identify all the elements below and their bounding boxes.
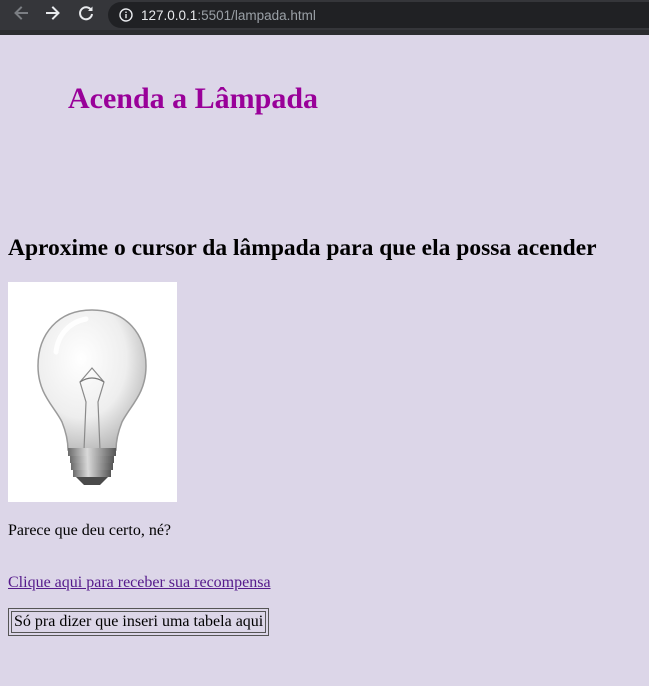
url-host: 127.0.0.1 bbox=[141, 7, 198, 23]
info-icon[interactable] bbox=[119, 8, 133, 22]
toolbar-divider bbox=[0, 30, 649, 35]
reload-icon bbox=[77, 4, 95, 27]
url-path: :5501/lampada.html bbox=[197, 7, 316, 23]
arrow-left-icon bbox=[12, 4, 30, 27]
address-bar[interactable]: 127.0.0.1:5501/lampada.html bbox=[108, 2, 649, 28]
browser-toolbar: 127.0.0.1:5501/lampada.html bbox=[0, 0, 649, 30]
success-message: Parece que deu certo, né? bbox=[8, 522, 172, 539]
back-button[interactable] bbox=[9, 3, 33, 27]
lightbulb-image[interactable] bbox=[8, 282, 177, 502]
page-title: Acenda a Lâmpada bbox=[68, 82, 319, 115]
arrow-right-icon bbox=[44, 4, 62, 27]
forward-button[interactable] bbox=[41, 3, 65, 27]
table-cell: Só pra dizer que inseri uma tabela aqui bbox=[11, 611, 267, 633]
instruction-heading: Aproxime o cursor da lâmpada para que el… bbox=[8, 235, 597, 261]
reload-button[interactable] bbox=[74, 3, 98, 27]
reward-link[interactable]: Clique aqui para receber sua recompensa bbox=[8, 574, 271, 592]
info-table: Só pra dizer que inseri uma tabela aqui bbox=[8, 608, 270, 636]
lightbulb-icon bbox=[37, 309, 147, 485]
